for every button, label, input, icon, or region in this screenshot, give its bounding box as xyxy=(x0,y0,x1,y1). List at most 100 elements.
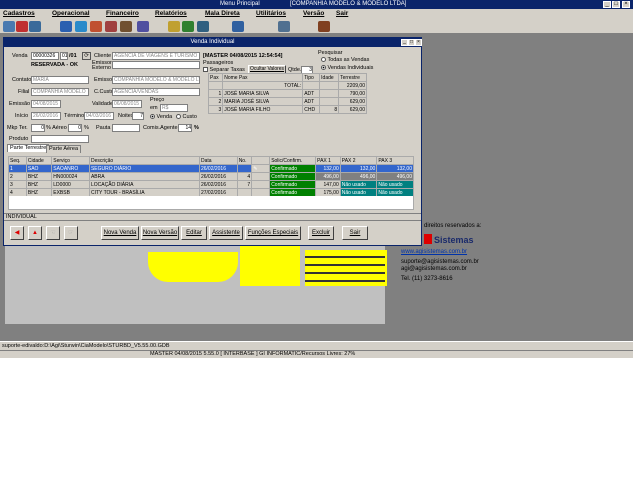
menu-financeiro[interactable]: Financeiro xyxy=(106,10,139,17)
edit-row-icon[interactable]: ✎ xyxy=(251,164,271,173)
menu-mala-direta[interactable]: Mala Direta xyxy=(205,10,240,17)
globe-icon[interactable] xyxy=(60,21,72,32)
table-row[interactable]: 1 JOSÉ MARIA SILVA ADT 790,00 xyxy=(207,89,367,98)
chart-icon[interactable] xyxy=(16,21,28,32)
close-icon[interactable]: × xyxy=(622,1,630,8)
settings-icon[interactable] xyxy=(278,21,290,32)
next-disabled-icon[interactable]: ☞ xyxy=(64,226,78,240)
logo-shape xyxy=(148,252,238,282)
search-venda-icon[interactable]: ⟳ xyxy=(82,52,91,60)
clients-icon[interactable] xyxy=(3,21,15,32)
col-pax: Pax xyxy=(207,73,224,82)
coins-icon[interactable] xyxy=(168,21,180,32)
report-icon[interactable] xyxy=(137,21,149,32)
preco-currency-field[interactable]: R$ xyxy=(160,104,188,112)
services-table: Seq. Cidade Serviço Descrição Data No. S… xyxy=(8,156,414,197)
db-path: suporte-edivaldo:D:\Agi\Sturwin\CiaModel… xyxy=(2,343,170,349)
ticket-icon[interactable] xyxy=(120,21,132,32)
emissao-field[interactable]: 04/08/2015 xyxy=(31,100,61,108)
venda-number-field[interactable]: 00000326 xyxy=(31,52,59,60)
col-idade: Idade xyxy=(319,73,340,82)
pesquisar-label: Pesquisar xyxy=(318,50,343,56)
contato-label: Contato xyxy=(12,77,32,83)
menu-relatorios[interactable]: Relatórios xyxy=(155,10,187,17)
menu-utilitarios[interactable]: Utilitários xyxy=(256,10,286,17)
email-support[interactable]: suporte@agisistemas.com.br xyxy=(401,259,479,265)
filial-field[interactable]: COMPANHIA MODELO xyxy=(31,88,89,96)
emissor-label: Emissor xyxy=(94,77,114,83)
email-agi[interactable]: agi@agisistemas.com.br xyxy=(401,266,467,272)
mkp-field[interactable]: 0 xyxy=(31,124,45,132)
comis-field[interactable]: 14 xyxy=(178,124,192,132)
calculator-icon[interactable] xyxy=(29,21,41,32)
col-status: Solic/Confirm. xyxy=(269,156,317,165)
col-servico: Serviço xyxy=(51,156,90,165)
cliente-field[interactable]: AGENCIA DE VIAGENS E TURISMO xyxy=(112,52,200,60)
tab-parte-aerea[interactable]: Parte Aérea xyxy=(46,145,82,153)
company-title: [COMPANHIA MODELO & MODELO LTDA] xyxy=(290,1,407,7)
produto-field[interactable] xyxy=(31,135,89,143)
window-minimize-icon[interactable]: _ xyxy=(401,39,408,46)
table-row[interactable]: 1 SAO SAOANRO SEGURO DIÁRIO 26/02/2016 ✎ Con… xyxy=(8,164,414,173)
up-arrow-icon[interactable]: ▲ xyxy=(28,226,42,240)
col-data: Data xyxy=(198,156,238,165)
menu-cadastros[interactable]: Cadastros xyxy=(3,10,35,17)
editar-button[interactable]: Editar xyxy=(181,226,207,240)
table-row[interactable]: 3 JOSÉ MARIA FILHO CHD 8 629,00 xyxy=(207,105,367,114)
money-icon[interactable] xyxy=(182,21,194,32)
validade-field[interactable]: 06/08/2015 xyxy=(112,100,142,108)
table-row[interactable]: 2 MARIA JOSÉ SILVA ADT 629,00 xyxy=(207,97,367,106)
noites-field[interactable]: 7 xyxy=(132,112,144,120)
tab-parte-terrestre[interactable]: Parte Terrestre xyxy=(7,144,50,152)
aereo-field[interactable]: 0 xyxy=(68,124,82,132)
mode-status: INDIVIDUAL xyxy=(4,213,421,221)
sair-button[interactable]: Sair xyxy=(342,226,368,240)
radio-venda[interactable]: Venda xyxy=(150,114,172,120)
site-link[interactable]: www.agisistemas.com.br xyxy=(401,249,467,255)
ccusto-field[interactable]: AGENCIA/VENDAS xyxy=(112,88,200,96)
rights-text: direitos reservados a: xyxy=(424,223,482,229)
maximize-icon[interactable]: □ xyxy=(612,1,620,8)
bus-icon[interactable] xyxy=(90,21,102,32)
assistente-button[interactable]: Assistente xyxy=(209,226,243,240)
logo-stripe xyxy=(305,264,385,266)
back-arrow-icon[interactable]: ◀ xyxy=(10,226,24,240)
exit-icon[interactable] xyxy=(318,21,330,32)
logo-shape xyxy=(240,246,300,286)
car-icon[interactable] xyxy=(105,21,117,32)
table-row[interactable]: 3 BHZ LD0000 LOCAÇÃO DIÁRIA 26/02/2016 7 Conf… xyxy=(8,180,414,189)
termino-label: Término xyxy=(64,113,85,119)
menu-sair[interactable]: Sair xyxy=(336,10,348,17)
contato-field[interactable]: MARIA xyxy=(31,76,89,84)
inicio-field[interactable]: 26/02/2016 xyxy=(31,112,61,120)
bank-icon[interactable] xyxy=(197,21,209,32)
pauta-field[interactable] xyxy=(112,124,140,132)
menu-versao[interactable]: Versão xyxy=(303,10,324,17)
emissor-field[interactable]: COMPANHIA MODELO & MODELO LT xyxy=(112,76,200,84)
table-row[interactable]: 2 BHZ HN000024 ABRA 26/02/2016 4 Confirmado 49… xyxy=(8,172,414,181)
nova-versao-button[interactable]: Nova Versão xyxy=(141,226,179,240)
minimize-icon[interactable]: _ xyxy=(603,1,611,8)
venda-seq-field[interactable]: 01 xyxy=(60,52,68,60)
col-cidade: Cidade xyxy=(25,156,53,165)
radio-vendas-individuais[interactable]: Vendas Individuais xyxy=(321,65,373,71)
window-maximize-icon[interactable]: □ xyxy=(408,39,415,46)
venda-year: /01 xyxy=(69,53,77,59)
prev-disabled-icon[interactable]: ☜ xyxy=(46,226,60,240)
radio-todas-vendas[interactable]: Todas as Vendas xyxy=(321,57,369,63)
radio-custo[interactable]: Custo xyxy=(176,114,197,120)
emissor-externo-field[interactable] xyxy=(112,61,200,69)
window-caption: Venda Individual _ □ × xyxy=(4,38,422,47)
nova-venda-button[interactable]: Nova Venda xyxy=(101,226,139,240)
preco-em-label: em xyxy=(150,105,158,111)
toolbar xyxy=(0,19,633,34)
excluir-button[interactable]: Excluir xyxy=(308,226,334,240)
emissor-externo-label: Emissor Externo xyxy=(92,60,112,71)
menu-operacional[interactable]: Operacional xyxy=(52,10,90,17)
window-close-icon[interactable]: × xyxy=(415,39,422,46)
monitor-icon[interactable] xyxy=(232,21,244,32)
airplane-icon[interactable] xyxy=(75,21,87,32)
termino-field[interactable]: 04/03/2016 xyxy=(84,112,114,120)
ccusto-label: C.Custo xyxy=(94,89,114,95)
funcoes-especiais-button[interactable]: Funções Especiais xyxy=(245,226,301,240)
